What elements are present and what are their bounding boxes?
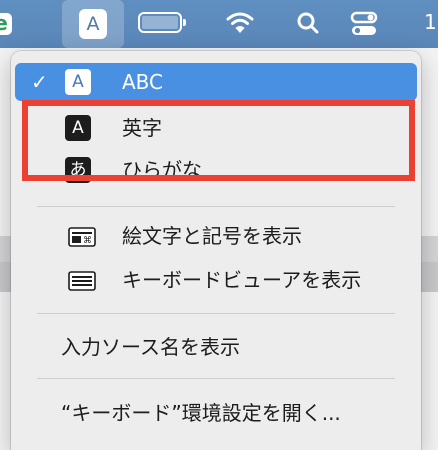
menu-item-label: 絵文字と記号を表示 bbox=[122, 224, 302, 248]
input-source-menu-button[interactable]: A bbox=[62, 0, 124, 48]
menu-item-show-keyboard-viewer[interactable]: キーボードビューアを表示 bbox=[15, 261, 417, 299]
annotation-highlight-box bbox=[22, 100, 415, 181]
search-icon[interactable] bbox=[296, 11, 320, 35]
menu-item-show-emoji[interactable]: ⌘ 絵文字と記号を表示 bbox=[15, 217, 417, 255]
menu-separator bbox=[37, 378, 395, 379]
menu-item-label: キーボードビューアを表示 bbox=[122, 268, 362, 292]
app-logo-icon[interactable]: e bbox=[0, 13, 12, 35]
menu-item-show-input-source-name[interactable]: 入力ソース名を表示 bbox=[61, 328, 240, 366]
menu-item-open-keyboard-preferences[interactable]: “キーボード”環境設定を開く... bbox=[61, 394, 341, 432]
menu-item-label: ABC bbox=[122, 70, 164, 94]
menu-item-abc[interactable]: ✓ A ABC bbox=[15, 63, 417, 101]
menu-separator bbox=[37, 206, 395, 207]
menu-bar: e A 1 bbox=[0, 0, 438, 48]
menu-separator bbox=[37, 313, 395, 314]
abc-input-icon: A bbox=[65, 69, 91, 95]
wifi-icon[interactable] bbox=[225, 10, 255, 36]
checkmark-icon: ✓ bbox=[31, 70, 48, 94]
menubar-clock: 1 bbox=[424, 10, 437, 34]
input-source-icon: A bbox=[79, 9, 107, 39]
battery-tip bbox=[183, 19, 186, 26]
battery-icon[interactable] bbox=[138, 12, 186, 33]
battery-level bbox=[142, 16, 178, 29]
emoji-keyboard-icon: ⌘ bbox=[68, 227, 96, 247]
keyboard-viewer-icon bbox=[68, 271, 96, 291]
control-center-icon[interactable] bbox=[350, 11, 378, 37]
svg-text:⌘: ⌘ bbox=[83, 236, 92, 246]
